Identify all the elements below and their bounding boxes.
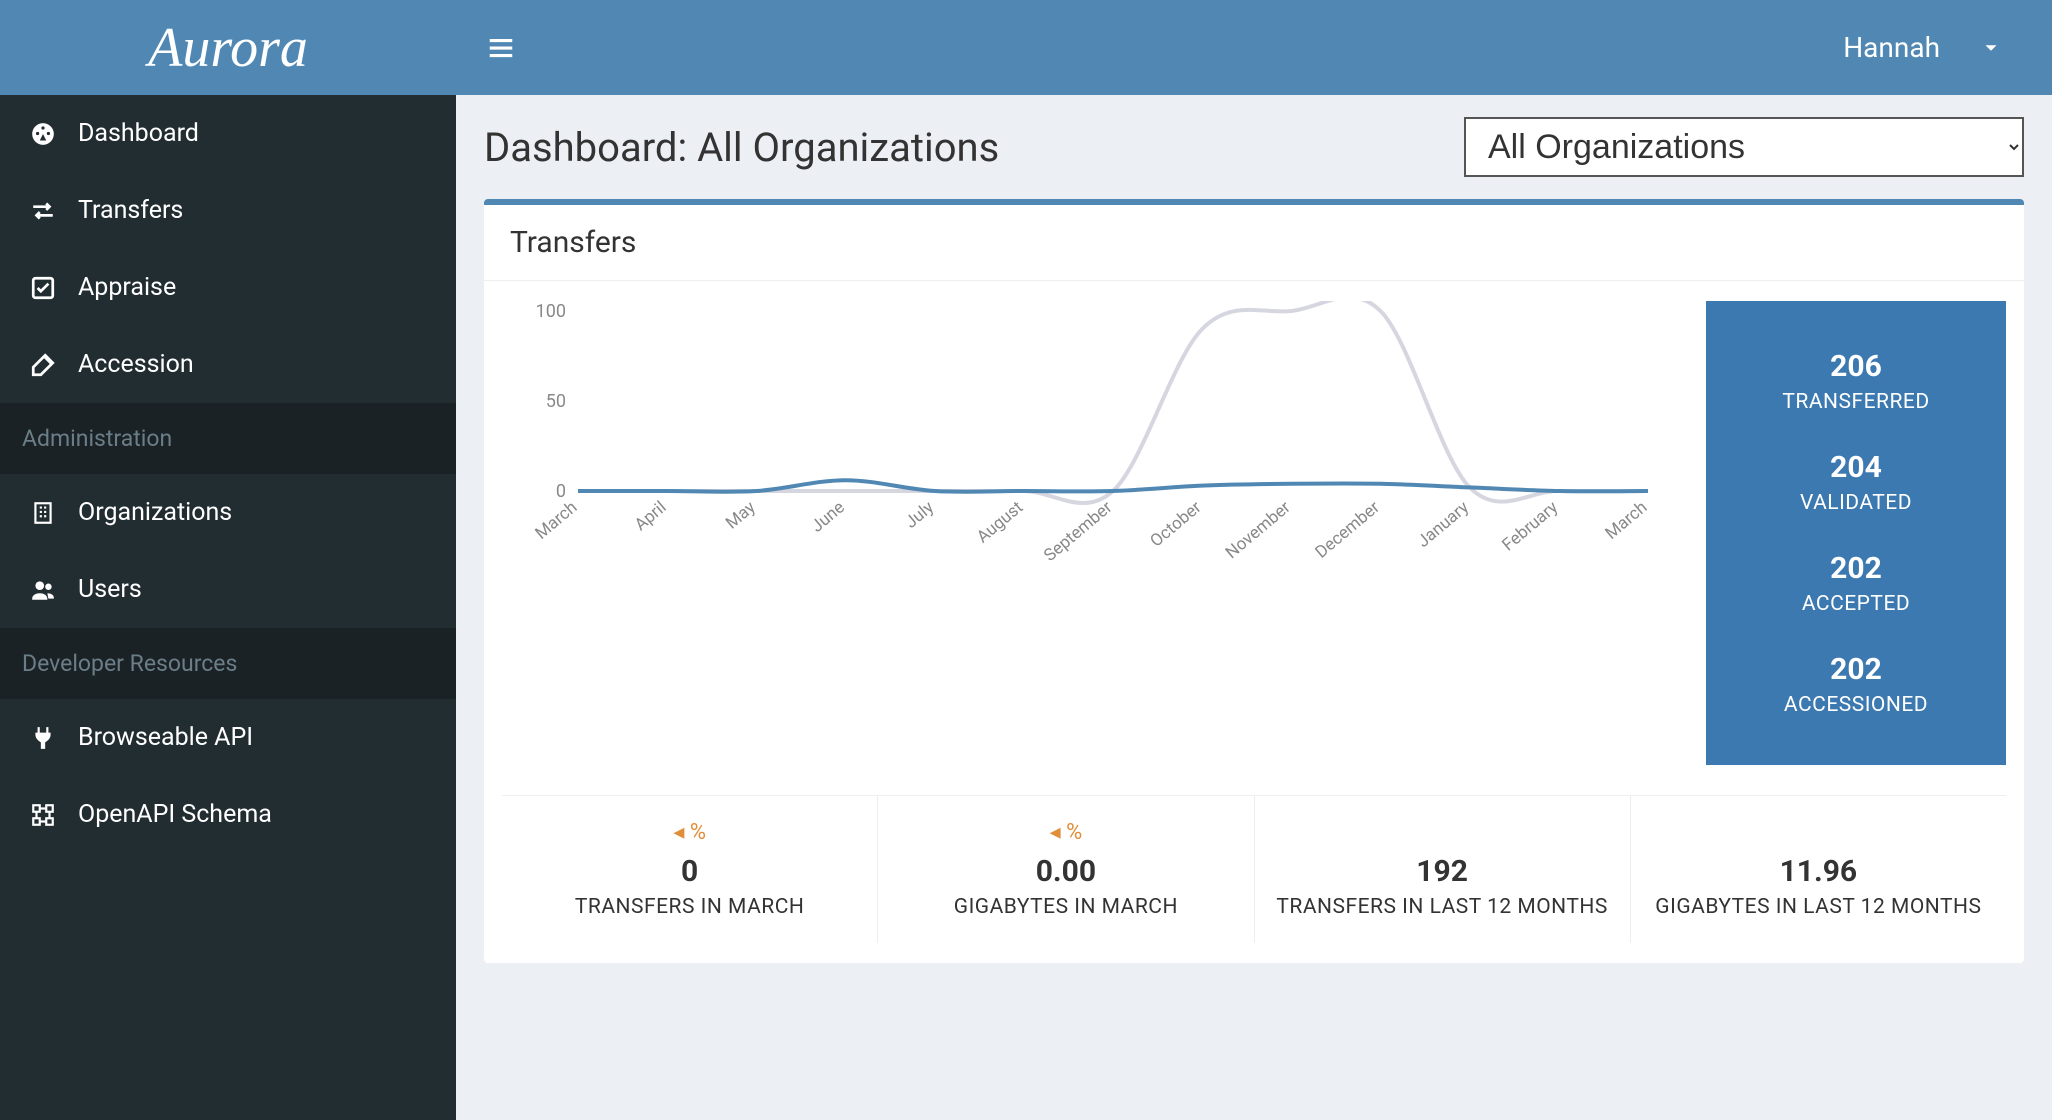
stats-box: 206 TRANSFERRED 204 VALIDATED 202 ACCEPT… — [1706, 301, 2006, 765]
brand-logo[interactable]: Aurora — [0, 0, 456, 95]
stat-accessioned: 202 ACCESSIONED — [1716, 634, 1996, 735]
metric-label: TRANSFERS IN MARCH — [512, 895, 867, 919]
sidebar-item-organizations[interactable]: Organizations — [0, 474, 456, 551]
panel-title: Transfers — [484, 205, 2024, 281]
svg-text:July: July — [901, 498, 938, 533]
svg-text:March: March — [532, 498, 582, 544]
sidebar-item-label: Dashboard — [78, 119, 199, 148]
sidebar-item-openapi-schema[interactable]: OpenAPI Schema — [0, 776, 456, 853]
sidebar-item-label: Transfers — [78, 196, 183, 225]
organization-select[interactable]: All Organizations — [1464, 117, 2024, 177]
metric-value: 0.00 — [888, 854, 1243, 889]
main-area: Hannah Dashboard: All Organizations All … — [456, 0, 2052, 1120]
sidebar-item-dashboard[interactable]: Dashboard — [0, 95, 456, 172]
stat-label: ACCESSIONED — [1716, 693, 1996, 717]
sidebar-item-browseable-api[interactable]: Browseable API — [0, 699, 456, 776]
content-header: Dashboard: All Organizations All Organiz… — [484, 117, 2024, 177]
svg-text:August: August — [973, 498, 1027, 548]
sidebar-item-label: Appraise — [78, 273, 176, 302]
stat-label: ACCEPTED — [1716, 592, 1996, 616]
svg-text:April: April — [631, 498, 670, 536]
sidebar-item-label: Organizations — [78, 498, 232, 527]
chevron-down-icon — [1980, 37, 2002, 59]
stat-value: 206 — [1716, 349, 1996, 384]
transfers-panel: Transfers 0 50 100 March April May June July Aug… — [484, 199, 2024, 963]
metric-trend: ◂ % — [888, 820, 1243, 848]
metric-trend: ◂ % — [512, 820, 867, 848]
metric-value: 11.96 — [1641, 854, 1996, 889]
svg-text:50: 50 — [546, 391, 566, 412]
metric-label: GIGABYTES IN MARCH — [888, 895, 1243, 919]
svg-text:March: March — [1602, 498, 1652, 544]
svg-text:0: 0 — [556, 481, 566, 502]
svg-text:December: December — [1312, 497, 1384, 562]
appraise-icon — [28, 275, 58, 301]
sidebar-item-label: OpenAPI Schema — [78, 800, 272, 829]
metric-trend — [1641, 820, 1996, 848]
sidebar-item-label: Accession — [78, 350, 194, 379]
svg-text:May: May — [722, 498, 759, 534]
user-name: Hannah — [1843, 31, 1940, 64]
users-icon — [28, 577, 58, 603]
stat-value: 202 — [1716, 551, 1996, 586]
metric-trend — [1265, 820, 1620, 848]
metric-label: GIGABYTES IN LAST 12 MONTHS — [1641, 895, 1996, 919]
stat-validated: 204 VALIDATED — [1716, 432, 1996, 533]
metric-value: 0 — [512, 854, 867, 889]
organizations-icon — [28, 500, 58, 526]
sidebar-item-accession[interactable]: Accession — [0, 326, 456, 403]
transfers-chart: 0 50 100 March April May June July August Septemb… — [502, 301, 1684, 765]
sidebar-item-label: Users — [78, 575, 142, 604]
transfers-icon — [28, 198, 58, 224]
stat-label: VALIDATED — [1716, 491, 1996, 515]
plug-icon — [28, 725, 58, 751]
schema-icon — [28, 802, 58, 828]
sidebar: Aurora Dashboard Transfers Appraise Acce… — [0, 0, 456, 1120]
user-menu[interactable]: Hannah — [1843, 31, 2022, 64]
sidebar-item-transfers[interactable]: Transfers — [0, 172, 456, 249]
hamburger-menu-button[interactable] — [486, 33, 516, 63]
content: Dashboard: All Organizations All Organiz… — [456, 95, 2052, 1120]
dashboard-icon — [28, 121, 58, 147]
svg-text:June: June — [807, 498, 848, 537]
metric-transfers-month: ◂ % 0 TRANSFERS IN MARCH — [502, 796, 878, 943]
sidebar-item-label: Browseable API — [78, 723, 253, 752]
stat-label: TRANSFERRED — [1716, 390, 1996, 414]
metric-label: TRANSFERS IN LAST 12 MONTHS — [1265, 895, 1620, 919]
svg-text:February: February — [1499, 498, 1563, 556]
sidebar-item-appraise[interactable]: Appraise — [0, 249, 456, 326]
sidebar-item-users[interactable]: Users — [0, 551, 456, 628]
accession-icon — [28, 352, 58, 378]
svg-text:100: 100 — [536, 301, 566, 322]
stat-accepted: 202 ACCEPTED — [1716, 533, 1996, 634]
sidebar-section-administration: Administration — [0, 403, 456, 474]
page-title: Dashboard: All Organizations — [484, 124, 999, 171]
topbar: Hannah — [456, 0, 2052, 95]
metric-gigabytes-year: 11.96 GIGABYTES IN LAST 12 MONTHS — [1631, 796, 2006, 943]
metric-transfers-year: 192 TRANSFERS IN LAST 12 MONTHS — [1255, 796, 1631, 943]
stat-value: 202 — [1716, 652, 1996, 687]
metric-value: 192 — [1265, 854, 1620, 889]
stat-transferred: 206 TRANSFERRED — [1716, 331, 1996, 432]
stat-value: 204 — [1716, 450, 1996, 485]
svg-text:January: January — [1414, 498, 1473, 552]
metric-gigabytes-month: ◂ % 0.00 GIGABYTES IN MARCH — [878, 796, 1254, 943]
svg-text:November: November — [1222, 497, 1295, 563]
sidebar-section-developer: Developer Resources — [0, 628, 456, 699]
svg-text:October: October — [1147, 497, 1206, 551]
metrics-row: ◂ % 0 TRANSFERS IN MARCH ◂ % 0.00 GIGABY… — [502, 795, 2006, 943]
svg-text:September: September — [1040, 497, 1116, 565]
